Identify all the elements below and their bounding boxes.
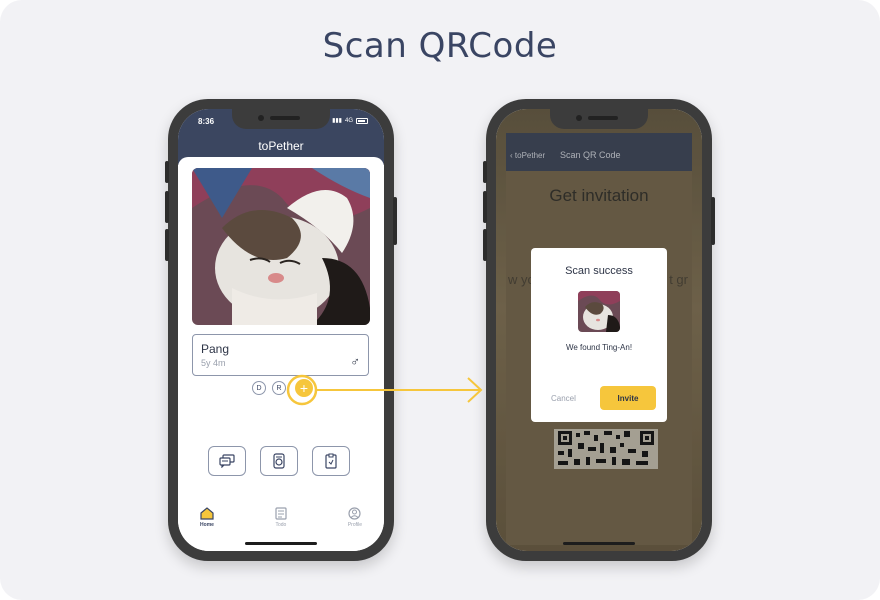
add-member-button[interactable]: + — [295, 379, 313, 397]
camera-button[interactable] — [260, 446, 298, 476]
dialog-message: We found Ting-An! — [565, 343, 633, 352]
camera-icon — [273, 453, 285, 469]
page-title: Scan QRCode — [322, 26, 558, 66]
battery-icon — [356, 117, 368, 124]
cat-photo-image — [192, 168, 370, 325]
chip-d[interactable]: D — [252, 381, 266, 395]
tab-todo[interactable]: Todo — [275, 507, 287, 537]
pet-photo[interactable] — [192, 168, 370, 325]
flow-arrow — [286, 374, 483, 406]
phone-side-button — [393, 197, 397, 245]
tab-home[interactable]: Home — [200, 507, 214, 537]
phone-home-screen: 8:36 ▮▮▮ 4G toPether Pang 5y 4m ♂ D R + … — [165, 99, 397, 561]
network-label: 4G — [344, 117, 353, 124]
chat-icon — [219, 454, 235, 468]
home-indicator — [563, 542, 635, 545]
pet-name: Pang — [201, 342, 230, 356]
phone-screen: 8:36 ▮▮▮ 4G toPether Pang 5y 4m ♂ D R + … — [178, 109, 384, 551]
cat-thumbnail-image — [578, 291, 620, 332]
phone-screen: ‹ toPether Scan QR Code Get invitation w… — [496, 109, 702, 551]
tab-todo-label: Todo — [275, 522, 287, 528]
app-title: toPether — [258, 139, 304, 153]
signal-icon: ▮▮▮ — [332, 118, 342, 124]
male-icon: ♂ — [350, 354, 360, 369]
phone-side-button — [165, 191, 169, 223]
phone-side-button — [711, 197, 715, 245]
tab-profile-label: Profile — [347, 522, 362, 528]
pet-thumbnail — [578, 291, 620, 332]
tab-home-label: Home — [200, 522, 214, 528]
phone-side-button — [165, 161, 169, 183]
cancel-button[interactable]: Cancel — [551, 394, 576, 403]
profile-icon — [348, 507, 362, 520]
home-icon — [200, 507, 214, 520]
phone-notch — [232, 109, 330, 129]
pet-age: 5y 4m — [201, 358, 226, 368]
phone-side-button — [165, 229, 169, 261]
invite-button[interactable]: Invite — [600, 386, 656, 410]
phone-side-button — [483, 161, 487, 183]
slide-canvas: Scan QRCode 8:36 ▮▮▮ 4G toPether Pang 5y… — [0, 0, 880, 600]
phone-side-button — [483, 229, 487, 261]
arrow-head-icon — [467, 377, 483, 403]
scan-success-dialog: Scan success We found Ting-An! Cancel In… — [531, 248, 667, 422]
todo-icon — [275, 507, 287, 520]
status-indicators: ▮▮▮ 4G — [332, 117, 368, 124]
home-indicator — [245, 542, 317, 545]
status-time: 8:36 — [198, 117, 215, 126]
pet-chips: D R — [252, 381, 286, 395]
clipboard-button[interactable] — [312, 446, 350, 476]
phone-notch — [550, 109, 648, 129]
phone-side-button — [483, 191, 487, 223]
chip-r[interactable]: R — [272, 381, 286, 395]
tab-profile[interactable]: Profile — [348, 507, 362, 537]
chat-button[interactable] — [208, 446, 246, 476]
tab-bar: Home Todo Profile — [178, 507, 384, 537]
clipboard-icon — [325, 453, 337, 469]
home-content: Pang 5y 4m ♂ D R + Home Todo Profile — [178, 157, 384, 551]
pet-info-card[interactable]: Pang 5y 4m ♂ — [192, 334, 369, 376]
phone-scan-screen: ‹ toPether Scan QR Code Get invitation w… — [483, 99, 715, 561]
action-buttons — [208, 446, 350, 476]
dialog-title: Scan success — [565, 265, 633, 277]
